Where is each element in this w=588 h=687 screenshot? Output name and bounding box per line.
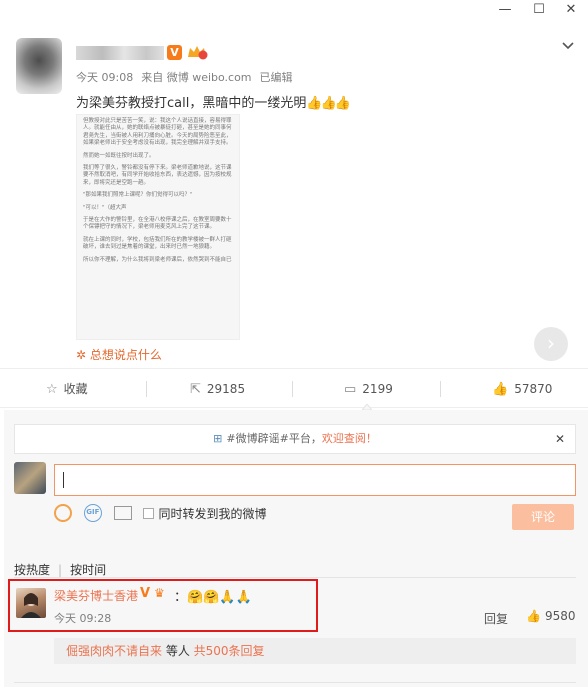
author-name[interactable]	[76, 46, 164, 60]
document-paragraph: 所以你不理解，为什么我将到梁老师课后，依然哭到不能自已	[83, 256, 232, 263]
commenter-name[interactable]: 梁美芬博士香港	[54, 587, 138, 604]
document-paragraph: "可以！"（超大声	[83, 204, 127, 211]
comment-prompt[interactable]: ✲ 总想说点什么	[76, 346, 162, 363]
notice-link[interactable]: 欢迎查阅！	[322, 432, 377, 445]
comment-text: ：🤗🤗🙏🙏	[174, 590, 252, 605]
post-document-image[interactable]: 但教授对此只是苦苦一笑，说：我这个人说话直接，容易得罪人。就能任由从，她的联络点…	[76, 114, 240, 340]
minimize-button[interactable]: —	[494, 2, 516, 18]
image-icon[interactable]	[113, 506, 132, 520]
comment-emojis: 🤗🤗🙏🙏	[187, 590, 252, 605]
comment-button[interactable]: ▭ 2199	[344, 369, 393, 409]
close-window-button[interactable]: ✕	[560, 2, 582, 18]
document-paragraph: 就在上课的同时，学校，包括我们所在的教学楼被一群人打砸破坏，谁去到过是焦着的课堂…	[83, 236, 232, 251]
commenter-avatar[interactable]	[16, 588, 46, 618]
comment-time: 今天 09:28	[54, 612, 112, 625]
gif-icon[interactable]: GIF	[83, 504, 102, 522]
submit-comment-button[interactable]: 评论	[512, 504, 574, 530]
sub-reply-user[interactable]: 倔强肉肉不请自来	[66, 644, 162, 658]
favorite-button[interactable]: ☆ 收藏	[46, 369, 88, 409]
sort-by-hot[interactable]: 按热度	[14, 563, 50, 577]
repost-checkbox[interactable]	[143, 507, 155, 519]
next-arrow-button[interactable]: ›	[534, 327, 568, 361]
document-paragraph: "那如果我们照常上课呢？你们觉得可以吗？"	[83, 192, 193, 199]
thumbs-up-icon: 👍	[526, 609, 541, 623]
sub-reply-summary[interactable]: 倔强肉肉不请自来 等人 共500条回复	[54, 638, 576, 664]
comment-tools: GIF 同时转发到我的微博	[54, 504, 267, 524]
reply-button[interactable]: 回复	[484, 610, 508, 627]
sort-by-time[interactable]: 按时间	[70, 563, 106, 577]
thumbs-up-emoji: 👍👍👍	[306, 96, 351, 111]
emoji-icon[interactable]	[54, 504, 72, 522]
document-paragraph: 然而她一如既往按时出现了。	[83, 152, 155, 159]
verified-v-icon: V	[167, 45, 182, 60]
post-source: 来自 微博 weibo.com	[141, 71, 252, 84]
document-paragraph: 于是在大作的警铃里，在全港八校停课之后，在教室周要数十个保镖把守的情况下，梁老师…	[83, 217, 232, 231]
maximize-button[interactable]: ☐	[528, 2, 550, 18]
chevron-down-icon[interactable]	[560, 38, 576, 54]
bookmark-icon: ☆	[46, 382, 58, 397]
document-paragraph: 我们等了很久，警铃都没有停下来。梁老师道歉地说，这节课要不然取消吧，有同学开始收…	[83, 165, 232, 186]
repost-checkbox-label[interactable]: 同时转发到我的微博	[158, 505, 266, 522]
hashtag-icon: ⊞	[213, 432, 223, 445]
like-button[interactable]: 👍 57870	[492, 369, 552, 409]
comment-icon: ▭	[344, 382, 357, 397]
commenter-verified-icon: V	[140, 586, 151, 601]
comments-panel: ⊞ #微博辟谣#平台，欢迎查阅！ ✕ GIF 同时转发到我的微博 评论 按热度 | 按…	[4, 410, 588, 687]
repost-button[interactable]: ⇱ 29185	[190, 369, 245, 409]
my-avatar[interactable]	[14, 462, 46, 494]
member-crown-icon	[188, 46, 208, 60]
post-meta: 今天 09:08 来自 微博 weibo.com 已编辑	[76, 69, 301, 85]
window-titlebar: — ☐ ✕	[0, 0, 588, 22]
post-time[interactable]: 今天 09:08	[76, 71, 133, 84]
comment-input[interactable]	[54, 464, 576, 496]
comment-like-button[interactable]: 👍 9580	[526, 609, 576, 623]
sub-reply-count[interactable]: 共500条回复	[194, 644, 265, 658]
sparkle-icon: ✲	[76, 348, 90, 362]
comment-sort: 按热度 | 按时间	[14, 563, 107, 577]
thumbs-up-icon: 👍	[492, 382, 509, 397]
author-avatar[interactable]	[16, 38, 62, 94]
document-paragraph: 但教授对此只是苦苦一笑，说：我这个人说话直接，容易得罪人。就能任由从，她的联络点…	[83, 118, 232, 147]
post-text: 为梁美芬教授打call，黑暗中的一缕光明👍👍👍	[76, 96, 351, 111]
rumor-notice: ⊞ #微博辟谣#平台，欢迎查阅！ ✕	[14, 424, 576, 454]
commenter-crown-icon: ♛	[154, 586, 165, 600]
post-edited[interactable]: 已编辑	[260, 71, 293, 84]
close-icon[interactable]: ✕	[555, 425, 565, 453]
text-cursor	[63, 472, 64, 488]
repost-icon: ⇱	[190, 382, 201, 397]
post-action-bar: ☆ 收藏 ⇱ 29185 ▭ 2199 👍 57870	[0, 368, 588, 408]
